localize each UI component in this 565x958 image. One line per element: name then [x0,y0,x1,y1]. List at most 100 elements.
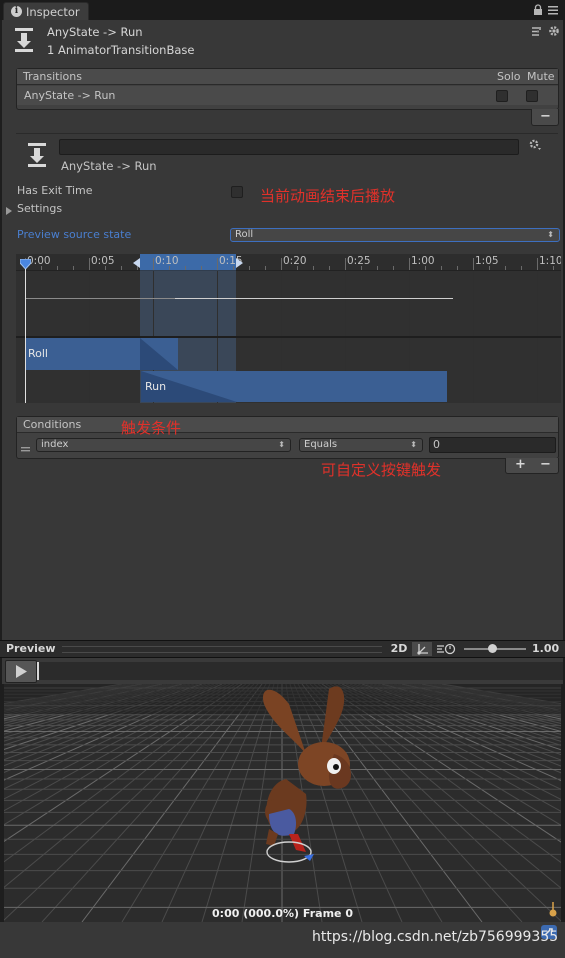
timeline-minor-tick [441,266,442,270]
condition-value-field[interactable]: 0 [429,437,556,453]
drag-handle-icon[interactable] [21,442,30,452]
timeline-minor-tick [553,266,554,270]
timeline-tick-line [281,258,282,270]
condition-operator-dropdown[interactable]: Equals ⬍ [299,438,423,452]
preview-source-value: Roll [235,229,254,240]
transition-gear-icon[interactable] [529,139,542,151]
operator-dropdown-arrow-icon: ⬍ [410,440,417,449]
timeline-tick-label: 0:10 [155,255,179,267]
condition-parameter-dropdown[interactable]: index ⬍ [36,438,291,452]
conditions-list: Conditions 触发条件 index ⬍ Equals ⬍ 0 [16,416,559,459]
light-probe-icon[interactable] [549,902,557,918]
preview-drag-area[interactable] [62,646,382,653]
solo-checkbox[interactable] [496,90,508,102]
preset-icon[interactable] [531,26,542,37]
timeline-minor-tick [249,266,250,270]
timeline-tick-label: 0:20 [283,255,307,267]
info-icon: i [11,6,22,17]
transitions-list: Transitions Solo Mute AnyState -> Run [16,68,559,110]
tab-inspector[interactable]: i Inspector [3,2,89,21]
timeline-minor-tick [505,266,506,270]
preview-title: Preview [6,642,56,655]
mute-header-label: Mute [527,70,555,83]
preview-source-dropdown[interactable]: Roll ⬍ [230,228,560,242]
timeline-minor-tick [393,266,394,270]
tab-menu-icon[interactable] [548,5,558,15]
tab-label: Inspector [26,5,80,19]
timeline[interactable]: 0:00 0:05 0:10 0:15 0:20 0:25 1:00 1:05 1:10 Rol… [16,254,561,403]
pivot-icon[interactable] [412,642,432,656]
timeline-tick-line [409,258,410,270]
preview-scrubber[interactable] [37,662,563,680]
transition-icon [14,28,34,52]
transition-settings-icon [27,143,47,167]
timeline-minor-tick [121,266,122,270]
timeline-minor-tick [521,266,522,270]
preview-header[interactable]: Preview 2D 1.00 [0,640,565,658]
transitions-header-label: Transitions [23,70,82,83]
timeline-tick-line [537,258,538,270]
preview-2d-button[interactable]: 2D [388,642,410,656]
source-state-bar[interactable]: Roll [25,338,178,370]
has-exit-time-label: Has Exit Time [17,184,93,197]
timeline-minor-tick [41,266,42,270]
speed-slider-thumb[interactable] [488,644,497,653]
timeline-minor-tick [457,266,458,270]
transition-start-handle-icon[interactable] [133,258,140,268]
condition-parameter-value: index [41,439,69,450]
conditions-custom-annotation: 可自定义按键触发 [321,461,442,479]
solo-header-label: Solo [497,70,521,83]
timeline-tick-label: 1:05 [475,255,499,267]
transition-end-handle-icon[interactable] [236,258,243,268]
remove-condition-button[interactable]: − [540,457,551,472]
conditions-footer: + − [505,457,559,474]
character-model [263,686,352,863]
timeline-minor-tick [425,266,426,270]
timeline-minor-tick [233,266,234,270]
timeline-minor-tick [361,266,362,270]
condition-operator-value: Equals [304,439,338,450]
timeline-playhead[interactable] [25,260,26,403]
transitions-footer: − [531,109,559,126]
timeline-minor-tick [57,266,58,270]
timeline-tick-label: 0:25 [347,255,371,267]
conditions-header [17,417,558,433]
timeline-minor-tick [377,266,378,270]
timeline-tick-line [217,258,218,270]
speed-value: 1.00 [532,642,560,655]
add-condition-button[interactable]: + [515,457,526,472]
timeline-minor-tick [201,266,202,270]
timeline-tick-line [153,258,154,270]
playback-speed-icon[interactable] [436,642,458,656]
transition-label: AnyState -> Run [61,159,157,173]
dropdown-arrow-icon: ⬍ [547,230,554,239]
dest-state-bar[interactable]: Run [141,371,447,402]
transitions-header [17,69,558,85]
conditions-header-label: Conditions [23,418,82,431]
timeline-minor-tick [105,266,106,270]
preview-viewport[interactable]: 0:00 (000.0%) Frame 0 [4,684,561,922]
section-divider [16,133,558,134]
timeline-minor-tick [185,266,186,270]
lock-icon[interactable] [533,4,543,15]
timeline-minor-tick [73,266,74,270]
playhead-marker-icon[interactable] [19,258,32,270]
remove-transition-button[interactable]: − [540,109,551,124]
header-title: AnyState -> Run [47,25,143,39]
preview-controls [2,658,563,684]
settings-foldout-arrow-icon[interactable] [6,205,12,215]
transition-name-field[interactable] [59,139,519,155]
transition-row[interactable]: AnyState -> Run [17,86,558,105]
timeline-tick-line [345,258,346,270]
has-exit-time-checkbox[interactable] [231,186,243,198]
mute-checkbox[interactable] [526,90,538,102]
play-button[interactable] [5,660,37,683]
weight-curve-bright [175,298,453,299]
tab-bar: i Inspector [0,0,565,21]
source-state-label: Roll [28,347,48,360]
settings-gear-icon[interactable] [548,25,560,37]
condition-row[interactable]: index ⬍ Equals ⬍ 0 [17,434,558,456]
settings-foldout-label[interactable]: Settings [17,202,62,215]
header-subtitle: 1 AnimatorTransitionBase [47,43,195,57]
preview-source-label: Preview source state [17,228,132,241]
